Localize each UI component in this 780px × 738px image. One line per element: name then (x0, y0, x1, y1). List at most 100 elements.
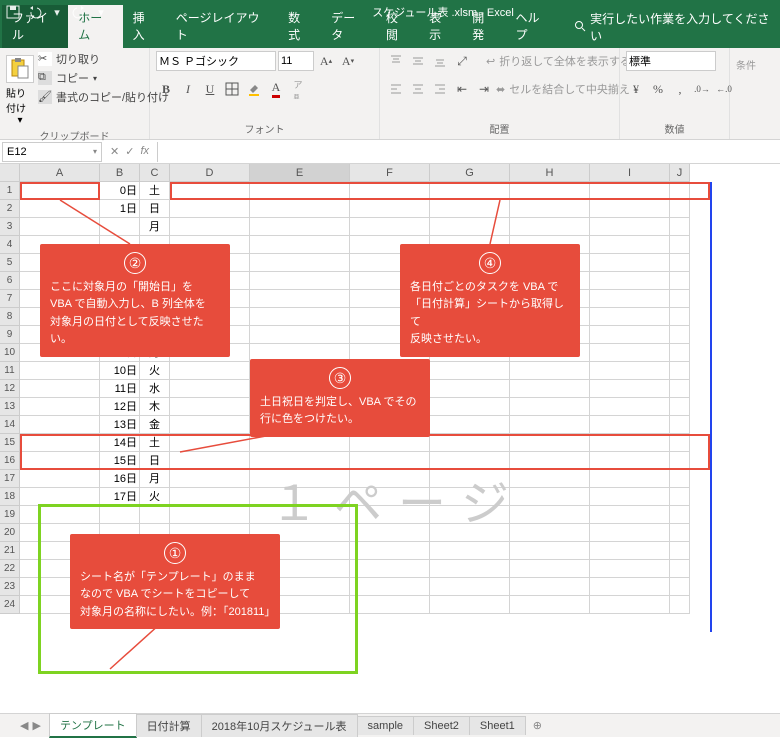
tab-data[interactable]: データ (321, 5, 376, 48)
cell[interactable]: 16日 (100, 470, 140, 488)
cell[interactable] (590, 344, 670, 362)
sheet-tab-date-calc[interactable]: 日付計算 (136, 714, 202, 737)
cell[interactable] (510, 470, 590, 488)
row-header[interactable]: 8 (0, 308, 20, 326)
cell[interactable] (590, 470, 670, 488)
worksheet-grid[interactable]: ABCDEFGHIJ10日土21日日3月4567898日日109日月1110日火… (0, 164, 780, 713)
cell[interactable]: 火 (140, 362, 170, 380)
row-header[interactable]: 19 (0, 506, 20, 524)
font-name-select[interactable] (156, 51, 276, 71)
cell[interactable] (20, 416, 100, 434)
column-header[interactable]: F (350, 164, 430, 182)
cell[interactable] (510, 416, 590, 434)
redo-icon[interactable] (70, 3, 88, 21)
cell[interactable] (350, 596, 430, 614)
cell[interactable] (250, 272, 350, 290)
cell[interactable] (590, 290, 670, 308)
cell[interactable]: 月 (140, 470, 170, 488)
cell[interactable] (590, 272, 670, 290)
row-header[interactable]: 17 (0, 470, 20, 488)
cell[interactable] (250, 254, 350, 272)
cell[interactable] (510, 362, 590, 380)
font-color-button[interactable]: A (266, 79, 286, 99)
add-sheet-button[interactable]: ⊕ (525, 716, 550, 735)
sheet-tab-schedule[interactable]: 2018年10月スケジュール表 (201, 714, 358, 737)
cell[interactable] (670, 488, 690, 506)
cell[interactable] (170, 470, 250, 488)
cell[interactable] (170, 416, 250, 434)
cell[interactable]: 土 (140, 182, 170, 200)
qat-dropdown-icon[interactable]: ▾ (48, 3, 66, 21)
cell[interactable] (430, 488, 510, 506)
cell[interactable] (590, 524, 670, 542)
cell[interactable] (510, 560, 590, 578)
cell[interactable] (670, 362, 690, 380)
cell[interactable] (430, 398, 510, 416)
row-header[interactable]: 10 (0, 344, 20, 362)
align-top-button[interactable] (386, 51, 406, 71)
cell[interactable] (510, 218, 590, 236)
row-header[interactable]: 11 (0, 362, 20, 380)
column-header[interactable]: I (590, 164, 670, 182)
column-header[interactable]: J (670, 164, 690, 182)
column-header[interactable]: A (20, 164, 100, 182)
cell[interactable] (670, 506, 690, 524)
row-header[interactable]: 4 (0, 236, 20, 254)
bold-button[interactable]: B (156, 79, 176, 99)
cell[interactable] (670, 416, 690, 434)
sheet-nav-prev-icon[interactable]: ◀ (20, 719, 28, 732)
row-header[interactable]: 16 (0, 452, 20, 470)
cell[interactable] (430, 380, 510, 398)
cell[interactable] (430, 524, 510, 542)
cell[interactable] (350, 560, 430, 578)
align-center-button[interactable] (408, 79, 428, 99)
row-header[interactable]: 13 (0, 398, 20, 416)
row-header[interactable]: 12 (0, 380, 20, 398)
cell[interactable] (430, 200, 510, 218)
underline-button[interactable]: U (200, 79, 220, 99)
column-header[interactable]: H (510, 164, 590, 182)
cell[interactable] (510, 596, 590, 614)
row-header[interactable]: 24 (0, 596, 20, 614)
sheet-tab-sample[interactable]: sample (357, 716, 414, 735)
cell[interactable]: 1日 (100, 200, 140, 218)
row-header[interactable]: 5 (0, 254, 20, 272)
fill-color-button[interactable] (244, 79, 264, 99)
undo-icon[interactable] (26, 3, 44, 21)
cancel-formula-icon[interactable]: ✕ (110, 145, 119, 158)
cell[interactable] (350, 506, 430, 524)
align-left-button[interactable] (386, 79, 406, 99)
cell[interactable] (590, 416, 670, 434)
cell[interactable] (670, 236, 690, 254)
cell[interactable] (170, 362, 250, 380)
cell[interactable] (250, 308, 350, 326)
conditional-format-fragment[interactable]: 条件 (736, 57, 756, 72)
font-size-select[interactable] (278, 51, 314, 71)
cell[interactable] (430, 506, 510, 524)
wrap-text-button[interactable]: ↩ 折り返して全体を表示する (486, 51, 631, 71)
cell[interactable] (670, 560, 690, 578)
cell[interactable] (170, 218, 250, 236)
cell[interactable] (670, 326, 690, 344)
cell[interactable] (590, 200, 670, 218)
column-header[interactable]: C (140, 164, 170, 182)
cell[interactable]: 13日 (100, 416, 140, 434)
cell[interactable] (430, 416, 510, 434)
cell[interactable] (20, 398, 100, 416)
row-header[interactable]: 20 (0, 524, 20, 542)
cell[interactable] (510, 506, 590, 524)
save-icon[interactable] (4, 3, 22, 21)
column-header[interactable]: B (100, 164, 140, 182)
phonetic-button[interactable]: ア亜 (288, 79, 308, 99)
column-header[interactable]: G (430, 164, 510, 182)
cell[interactable] (350, 578, 430, 596)
tab-formulas[interactable]: 数式 (278, 5, 321, 48)
cell[interactable] (350, 524, 430, 542)
row-header[interactable]: 6 (0, 272, 20, 290)
cell[interactable] (430, 218, 510, 236)
select-all-corner[interactable] (0, 164, 20, 182)
cell[interactable] (670, 596, 690, 614)
border-button[interactable] (222, 79, 242, 99)
cell[interactable] (20, 218, 100, 236)
increase-decimal-button[interactable]: .0→ (692, 79, 712, 99)
